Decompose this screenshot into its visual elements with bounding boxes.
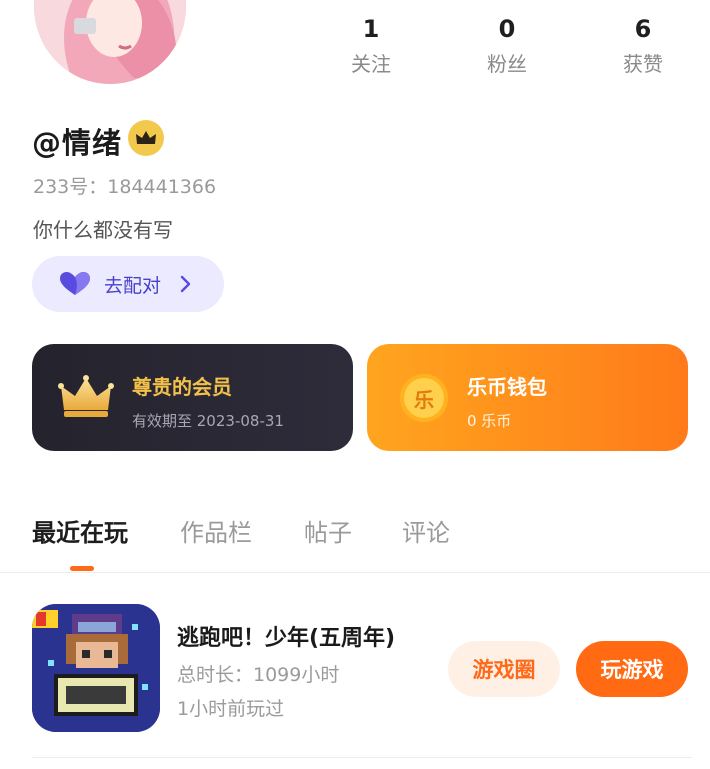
vip-card-expiry: 有效期至 2023-08-31 [132, 412, 284, 430]
heart-icon [60, 272, 90, 295]
avatar-illustration [34, 0, 186, 84]
user-id: 233号：184441366 [33, 176, 217, 198]
crown-icon [136, 131, 156, 144]
profile-tabs: 最近在玩 作品栏 帖子 评论 [0, 505, 710, 573]
crown-icon [58, 375, 114, 417]
tab-active-indicator [70, 566, 94, 571]
tab-recently-played[interactable]: 最近在玩 [32, 513, 128, 548]
game-artwork [32, 604, 160, 732]
game-title[interactable]: 逃跑吧！少年(五周年) [177, 620, 395, 652]
vip-card-title: 尊贵的会员 [132, 375, 232, 399]
game-total-time: 总时长：1099小时 [177, 664, 340, 686]
tab-posts[interactable]: 帖子 [304, 513, 352, 548]
stat-following-count: 1 [362, 15, 380, 43]
wallet-card-balance: 0 乐币 [467, 412, 512, 430]
stat-likes-label: 获赞 [623, 52, 663, 76]
vip-crown-badge[interactable] [128, 120, 164, 156]
game-last-played: 1小时前玩过 [177, 698, 285, 720]
stat-followers[interactable]: 0 粉丝 [457, 16, 557, 76]
match-button[interactable]: 去配对 [32, 256, 224, 312]
stat-following[interactable]: 1 关注 [321, 16, 421, 76]
stat-likes[interactable]: 6 获赞 [593, 16, 693, 76]
tab-comments[interactable]: 评论 [402, 513, 450, 548]
stat-followers-count: 0 [498, 15, 516, 43]
tabs-divider [0, 572, 710, 573]
user-bio: 你什么都没有写 [33, 218, 173, 242]
stat-likes-count: 6 [634, 15, 652, 43]
game-circle-button[interactable]: 游戏圈 [448, 641, 560, 697]
play-game-button[interactable]: 玩游戏 [576, 641, 688, 697]
coin-icon: 乐 [400, 374, 448, 422]
game-icon[interactable] [32, 604, 160, 732]
stat-following-label: 关注 [351, 52, 391, 76]
coin-glyph: 乐 [414, 387, 434, 412]
vip-card[interactable]: 尊贵的会员 有效期至 2023-08-31 [32, 344, 353, 451]
username: @情绪 [32, 126, 123, 160]
list-divider [32, 757, 692, 758]
avatar[interactable] [34, 0, 186, 84]
wallet-card-title: 乐币钱包 [467, 375, 547, 399]
match-button-label: 去配对 [104, 274, 162, 297]
chevron-right-icon [180, 275, 191, 293]
wallet-card[interactable]: 乐 乐币钱包 0 乐币 [367, 344, 688, 451]
stat-followers-label: 粉丝 [487, 52, 527, 76]
tab-works[interactable]: 作品栏 [180, 513, 252, 548]
